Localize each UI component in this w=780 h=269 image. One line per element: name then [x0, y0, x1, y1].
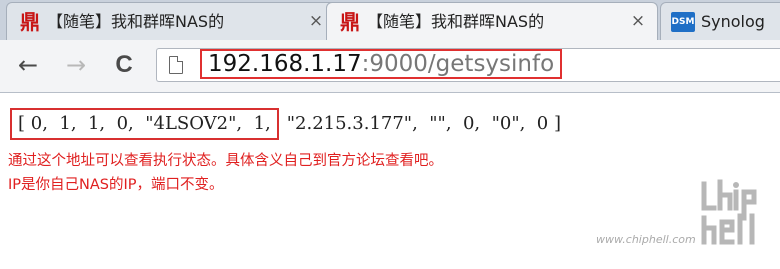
back-arrow-icon[interactable]: ←: [14, 51, 42, 79]
tab-strip: 鼎 【随笔】我和群晖NAS的 × 鼎 【随笔】我和群晖NAS的 × DSM Sy…: [0, 0, 780, 40]
close-icon[interactable]: ×: [629, 11, 647, 31]
reload-icon[interactable]: C: [110, 51, 138, 79]
watermark-url: www.chiphell.com: [596, 233, 696, 246]
tab-title: Synolog: [701, 12, 765, 31]
chiphell-favicon-icon: 鼎: [340, 10, 360, 34]
annotation-line-1: 通过这个地址可以查看执行状态。具体含义自己到官方论坛查看吧。: [8, 153, 443, 169]
close-icon[interactable]: ×: [307, 11, 325, 31]
browser-toolbar: ← → C 192.168.1.17:9000/getsysinfo: [0, 40, 780, 93]
tab-synology[interactable]: DSM Synolog: [660, 2, 780, 40]
url-highlight-box: 192.168.1.17:9000/getsysinfo: [200, 49, 563, 79]
chiphell-favicon-icon: 鼎: [20, 10, 40, 34]
tab-chiphell-2[interactable]: 鼎 【随笔】我和群晖NAS的 ×: [326, 2, 658, 40]
response-highlight-box: [ 0, 1, 1, 0, "4LSOV2", 1,: [10, 108, 279, 140]
chiphell-watermark-logo: [701, 179, 757, 245]
page-icon: [169, 56, 183, 74]
annotation-line-2: IP是你自己NAS的IP，端口不变。: [8, 177, 224, 193]
address-bar[interactable]: 192.168.1.17:9000/getsysinfo: [156, 48, 780, 82]
tab-title: 【随笔】我和群晖NAS的: [47, 12, 225, 31]
url-path: :9000/getsysinfo: [361, 51, 555, 77]
sysinfo-response: [ 0, 1, 1, 0, "4LSOV2", 1, "2.215.3.177",…: [10, 107, 561, 141]
tab-title: 【随笔】我和群晖NAS的: [367, 12, 545, 31]
response-rest: "2.215.3.177", "", 0, "0", 0 ]: [286, 113, 561, 134]
forward-arrow-icon[interactable]: →: [62, 51, 90, 79]
url-host: 192.168.1.17: [208, 51, 362, 77]
dsm-favicon-icon: DSM: [671, 12, 695, 32]
tab-chiphell-1[interactable]: 鼎 【随笔】我和群晖NAS的 ×: [6, 2, 336, 40]
